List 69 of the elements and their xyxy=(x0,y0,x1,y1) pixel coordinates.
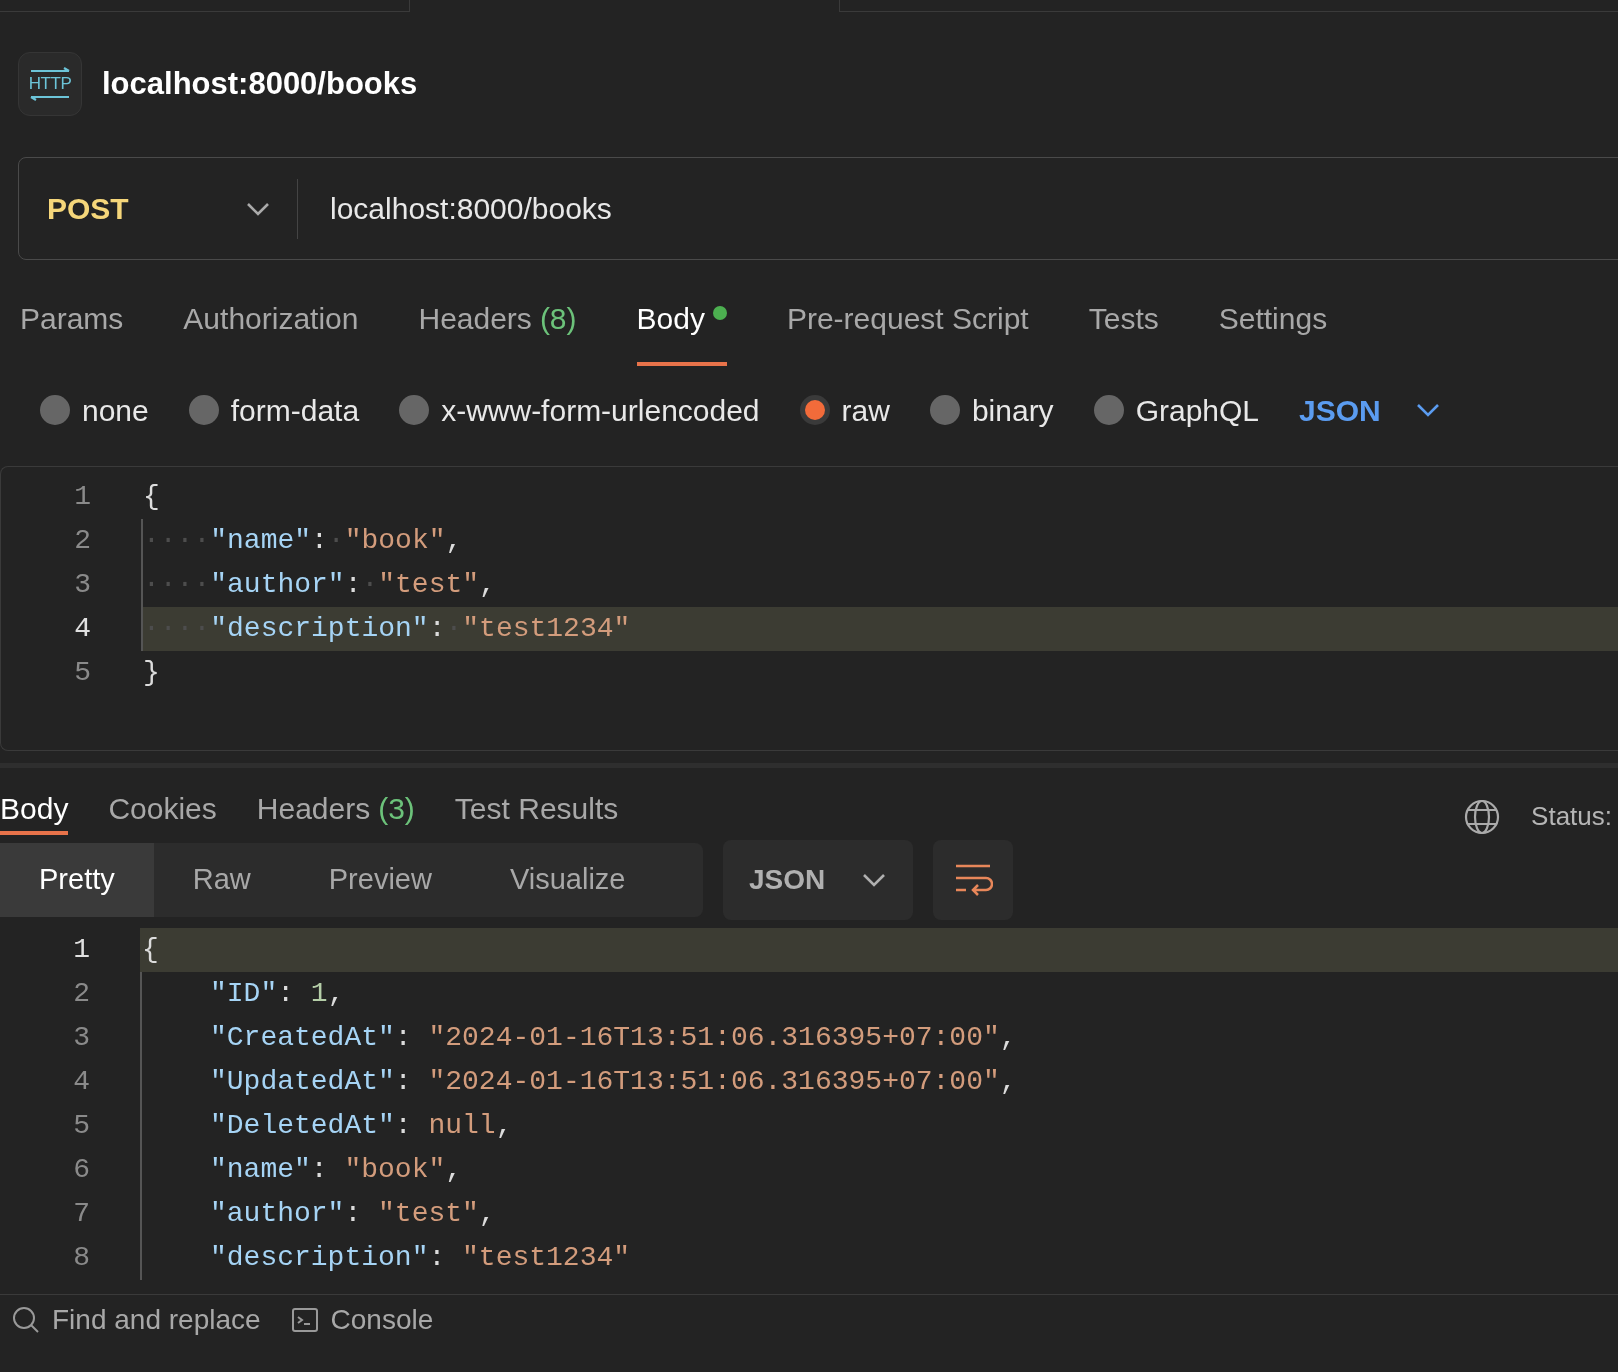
tab[interactable]: Body xyxy=(0,786,69,835)
tab[interactable]: Body xyxy=(636,296,727,366)
code-line: } xyxy=(142,656,161,690)
code-line: "CreatedAt": "2024-01-16T13:51:06.316395+07:00", xyxy=(140,1016,1618,1060)
tab[interactable]: Settings xyxy=(1218,296,1328,366)
code-line: "UpdatedAt": "2024-01-16T13:51:06.316395+07:00", xyxy=(140,1060,1618,1104)
line-number: 6 xyxy=(72,1153,91,1187)
count-label: (8) xyxy=(539,301,577,337)
code-line: "author": "test", xyxy=(140,1192,1618,1236)
tab[interactable]: Tests xyxy=(1088,296,1159,366)
tab[interactable]: Authorization xyxy=(183,296,359,366)
request-title: localhost:8000/books xyxy=(102,64,418,103)
tab[interactable]: Headers (8) xyxy=(418,296,577,366)
code-line: "ID": 1, xyxy=(140,972,1618,1016)
tab[interactable]: Headers (3) xyxy=(256,786,415,835)
line-number: 2 xyxy=(72,977,91,1011)
chevron-down-icon xyxy=(1414,402,1441,418)
footer-button[interactable]: Console xyxy=(290,1298,434,1341)
radio-button[interactable] xyxy=(40,395,70,425)
tab[interactable]: Params xyxy=(20,296,124,366)
format-dropdown[interactable]: JSON xyxy=(1299,387,1441,433)
chevron-down-icon xyxy=(861,872,887,888)
status-label: Status: xyxy=(1531,800,1612,833)
tab[interactable]: Cookies xyxy=(108,786,217,835)
footer-button[interactable]: Find and replace xyxy=(12,1298,261,1341)
http-icon: HTTP xyxy=(18,52,82,116)
radio-option[interactable]: binary xyxy=(929,387,1054,433)
code-line: "description": "test1234" xyxy=(140,1236,1618,1280)
chevron-down-icon xyxy=(245,200,271,217)
line-number: 4 xyxy=(73,612,92,646)
line-number: 3 xyxy=(73,568,92,602)
request-editor[interactable]: 1 { 2 ····"name":·"book", 3 ····"author":·"test", 4 ····"description":·"test1234" 5 } xyxy=(0,466,1618,751)
radio-button[interactable] xyxy=(929,395,960,425)
code-line: { xyxy=(142,480,161,514)
radio-button[interactable] xyxy=(399,395,430,425)
line-number: 5 xyxy=(72,1109,91,1143)
view-mode-tab[interactable]: Raw xyxy=(153,843,290,917)
tab[interactable]: Test Results xyxy=(454,786,619,835)
line-number: 2 xyxy=(73,524,92,558)
console-icon xyxy=(290,1306,319,1333)
code-line: "name": "book", xyxy=(140,1148,1618,1192)
code-line: ····"name":·"book", xyxy=(141,519,1618,563)
line-number: 4 xyxy=(72,1065,91,1099)
count-label: (3) xyxy=(378,791,415,827)
view-mode-tab[interactable]: Visualize xyxy=(470,843,665,917)
method-dropdown[interactable]: POST xyxy=(19,158,297,259)
radio-option[interactable]: form-data xyxy=(188,387,360,433)
radio-button[interactable] xyxy=(1093,395,1124,425)
url-field[interactable]: POST localhost:8000/books xyxy=(18,157,1618,260)
radio-option[interactable]: GraphQL xyxy=(1093,387,1260,433)
wrap-lines-icon[interactable] xyxy=(933,840,1013,920)
radio-option[interactable]: x-www-form-urlencoded xyxy=(399,387,760,433)
line-number: 1 xyxy=(73,480,92,514)
line-number: 1 xyxy=(72,933,91,967)
line-number: 3 xyxy=(72,1021,91,1055)
view-mode-tab[interactable]: Preview xyxy=(289,843,471,917)
line-number: 5 xyxy=(73,656,92,690)
line-number: 8 xyxy=(72,1241,91,1275)
format-dropdown[interactable]: JSON xyxy=(723,840,913,920)
search-icon xyxy=(12,1305,40,1334)
radio-button[interactable] xyxy=(799,395,830,425)
radio-button[interactable] xyxy=(188,395,219,425)
code-line: "DeletedAt": null, xyxy=(140,1104,1618,1148)
view-mode-tab[interactable]: Pretty xyxy=(0,843,154,917)
tab[interactable]: Pre-request Script xyxy=(786,296,1029,366)
line-number: 7 xyxy=(72,1197,91,1231)
radio-option[interactable]: raw xyxy=(799,387,890,433)
globe-icon[interactable] xyxy=(1463,798,1502,836)
radio-option[interactable]: none xyxy=(40,387,149,433)
